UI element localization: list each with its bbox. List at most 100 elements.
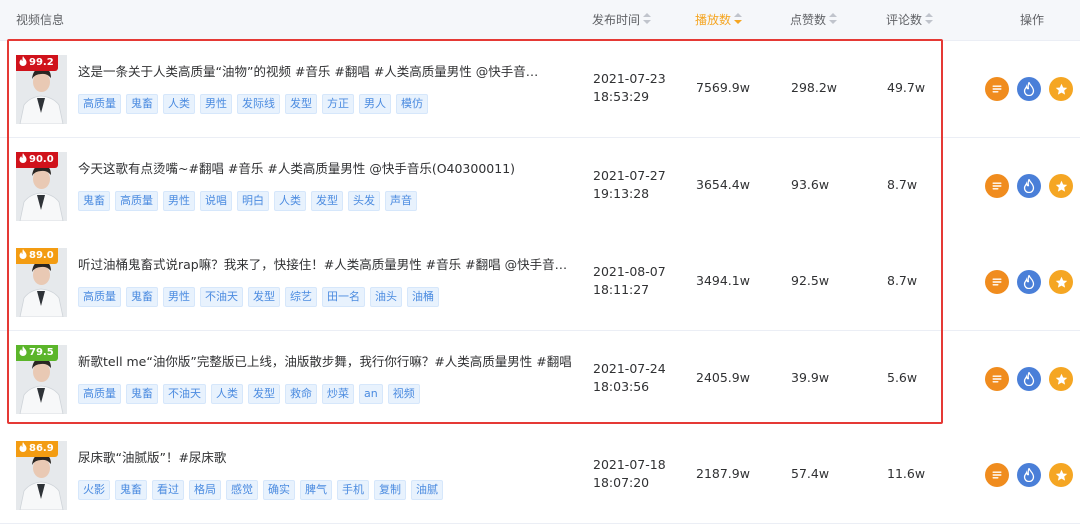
tag[interactable]: 综艺 [285, 287, 317, 307]
tag[interactable]: 明白 [237, 191, 269, 211]
tag[interactable]: 发型 [248, 287, 280, 307]
table-row[interactable]: 79.5 新歌tell me“油你版”完整版已上线，油版散步舞，我行你行嘛？#人类… [0, 331, 1080, 428]
hot-flame-button[interactable] [1017, 77, 1041, 101]
detail-list-button[interactable] [985, 270, 1009, 294]
tag[interactable]: 男性 [200, 94, 232, 114]
tag[interactable]: 男人 [359, 94, 391, 114]
video-title[interactable]: 新歌tell me“油你版”完整版已上线，油版散步舞，我行你行嘛？#人类高质量男… [78, 351, 576, 370]
tag[interactable]: 人类 [163, 94, 195, 114]
tag[interactable]: 高质量 [115, 191, 158, 211]
tag[interactable]: 高质量 [78, 287, 121, 307]
detail-list-icon [991, 469, 1003, 481]
hot-flame-icon [1023, 275, 1035, 289]
tag[interactable]: 声音 [385, 191, 417, 211]
table-row[interactable]: 86.9 尿床歌“油腻版”！#尿床歌 火影 鬼畜 看过 格局 感觉 确实 脾气 手机 复制 油腻 202… [0, 427, 1080, 524]
video-title[interactable]: 今天这歌有点烫嘴~#翻唱 #音乐 #人类高质量男性 @快手音乐(O4030001… [78, 158, 576, 177]
tag[interactable]: 视频 [387, 384, 420, 404]
tag[interactable]: 模仿 [396, 94, 428, 114]
tag[interactable]: 田一名 [322, 287, 365, 307]
sort-caret-icon[interactable] [643, 13, 652, 25]
favorite-star-button[interactable] [1049, 367, 1073, 391]
header-plays[interactable]: 播放数 [695, 0, 743, 40]
detail-list-button[interactable] [985, 77, 1009, 101]
video-thumbnail[interactable]: 90.0 [16, 152, 67, 221]
sort-caret-icon[interactable] [734, 13, 743, 25]
tag[interactable]: 人类 [274, 191, 306, 211]
tag[interactable]: 人类 [211, 384, 243, 404]
tag[interactable]: 说唱 [200, 191, 232, 211]
likes-value: 39.9w [791, 370, 830, 385]
table-row[interactable]: 90.0 今天这歌有点烫嘴~#翻唱 #音乐 #人类高质量男性 @快手音乐(O403… [0, 138, 1080, 235]
video-title[interactable]: 听过油桶鬼畜式说rap嘛？我来了，快接住！#人类高质量男性 #音乐 #翻唱 @快… [78, 254, 576, 273]
tag[interactable]: 炒菜 [322, 384, 354, 404]
tag[interactable]: 确实 [263, 480, 295, 500]
publish-time: 2021-07-27 19:13:28 [593, 167, 666, 203]
tag[interactable]: 救命 [285, 384, 317, 404]
video-thumbnail[interactable]: 99.2 [16, 55, 67, 124]
video-title[interactable]: 这是一条关于人类高质量“油物”的视频 #音乐 #翻唱 #人类高质量男性 @快手音… [78, 61, 576, 80]
tag[interactable]: an [359, 384, 383, 404]
tag[interactable]: 高质量 [78, 384, 121, 404]
video-title[interactable]: 尿床歌“油腻版”！#尿床歌 [78, 447, 576, 466]
tag[interactable]: 发型 [285, 94, 317, 114]
tag[interactable]: 男性 [163, 287, 195, 307]
favorite-star-button[interactable] [1049, 270, 1073, 294]
tag-list: 高质量 鬼畜 男性 不油天 发型 综艺 田一名 油头 油桶 [78, 285, 444, 307]
tag[interactable]: 头发 [348, 191, 380, 211]
tag[interactable]: 看过 [152, 480, 184, 500]
hot-flame-button[interactable] [1017, 463, 1041, 487]
tag[interactable]: 感觉 [226, 480, 258, 500]
hot-flame-button[interactable] [1017, 174, 1041, 198]
favorite-star-icon [1055, 83, 1068, 96]
favorite-star-icon [1055, 373, 1068, 386]
tag[interactable]: 鬼畜 [78, 191, 110, 211]
header-likes[interactable]: 点赞数 [790, 0, 838, 40]
tag-list: 高质量 鬼畜 不油天 人类 发型 救命 炒菜 an 视频 [78, 382, 425, 404]
table-row[interactable]: 89.0 听过油桶鬼畜式说rap嘛？我来了，快接住！#人类高质量男性 #音乐 #翻… [0, 234, 1080, 331]
hot-flame-button[interactable] [1017, 270, 1041, 294]
favorite-star-button[interactable] [1049, 77, 1073, 101]
tag[interactable]: 油头 [370, 287, 402, 307]
tag[interactable]: 鬼畜 [126, 94, 158, 114]
tag[interactable]: 发际线 [237, 94, 280, 114]
favorite-star-button[interactable] [1049, 174, 1073, 198]
tag[interactable]: 不油天 [200, 287, 243, 307]
tag[interactable]: 油腻 [411, 480, 443, 500]
tag[interactable]: 格局 [189, 480, 221, 500]
hot-score-badge: 99.2 [16, 55, 58, 71]
tag[interactable]: 发型 [311, 191, 343, 211]
tag[interactable]: 油桶 [407, 287, 439, 307]
publish-date: 2021-07-18 [593, 457, 666, 472]
tag[interactable]: 复制 [374, 480, 406, 500]
plays-value: 2405.9w [696, 370, 750, 385]
detail-list-button[interactable] [985, 174, 1009, 198]
tag[interactable]: 手机 [337, 480, 369, 500]
video-thumbnail[interactable]: 86.9 [16, 441, 67, 510]
comments-value: 11.6w [887, 466, 926, 481]
video-thumbnail[interactable]: 79.5 [16, 345, 67, 414]
table-row[interactable]: 99.2 这是一条关于人类高质量“油物”的视频 #音乐 #翻唱 #人类高质量男性 … [0, 41, 1080, 138]
video-thumbnail[interactable]: 89.0 [16, 248, 67, 317]
detail-list-icon [991, 276, 1003, 288]
hot-flame-button[interactable] [1017, 367, 1041, 391]
tag[interactable]: 男性 [163, 191, 195, 211]
tag[interactable]: 发型 [248, 384, 280, 404]
sort-caret-icon[interactable] [829, 13, 838, 25]
tag[interactable]: 方正 [322, 94, 354, 114]
tag[interactable]: 脾气 [300, 480, 332, 500]
tag[interactable]: 鬼畜 [115, 480, 147, 500]
tag[interactable]: 鬼畜 [126, 384, 158, 404]
detail-list-button[interactable] [985, 463, 1009, 487]
tag[interactable]: 鬼畜 [126, 287, 158, 307]
header-comments[interactable]: 评论数 [886, 0, 934, 40]
publish-clock: 18:53:29 [593, 89, 650, 104]
favorite-star-button[interactable] [1049, 463, 1073, 487]
fire-icon [19, 153, 29, 165]
comments-value: 8.7w [887, 273, 918, 288]
header-publish-time[interactable]: 发布时间 [592, 0, 652, 40]
tag[interactable]: 高质量 [78, 94, 121, 114]
tag[interactable]: 火影 [78, 480, 110, 500]
tag[interactable]: 不油天 [163, 384, 206, 404]
detail-list-button[interactable] [985, 367, 1009, 391]
sort-caret-icon[interactable] [925, 13, 934, 25]
